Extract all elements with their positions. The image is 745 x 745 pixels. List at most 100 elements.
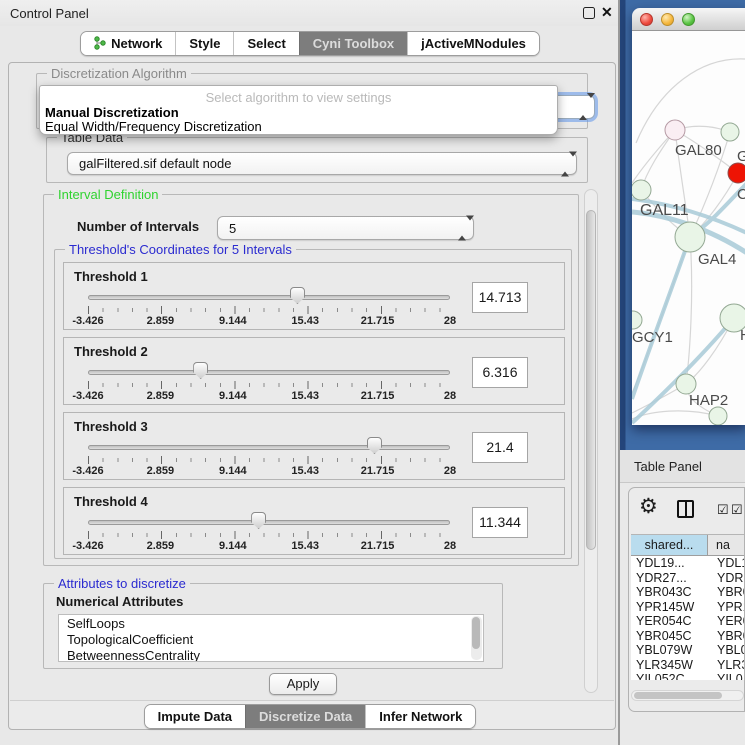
float-window-icon[interactable] bbox=[583, 7, 595, 19]
table-cell[interactable]: YIL0 bbox=[708, 672, 745, 680]
tab-impute-data[interactable]: Impute Data bbox=[145, 705, 245, 728]
slider-scale: -3.4262.8599.14415.4321.71528 bbox=[88, 315, 450, 327]
tab-network[interactable]: Network bbox=[81, 32, 175, 55]
table-row[interactable]: YPR145WYPR1 bbox=[631, 600, 745, 615]
table-cell[interactable]: YLR3 bbox=[708, 658, 745, 673]
table-row[interactable]: YBR043CYBR0 bbox=[631, 585, 745, 600]
table-cell[interactable]: YDL19... bbox=[631, 556, 708, 571]
column-header[interactable]: na bbox=[708, 535, 745, 555]
table-row[interactable]: YER054CYER0 bbox=[631, 614, 745, 629]
tab-discretize-data[interactable]: Discretize Data bbox=[245, 705, 365, 728]
table-cell[interactable]: YPR1 bbox=[708, 600, 745, 615]
tab-cyni-toolbox[interactable]: Cyni Toolbox bbox=[299, 32, 407, 55]
close-traffic-light-icon[interactable] bbox=[640, 13, 653, 26]
apply-button[interactable]: Apply bbox=[269, 673, 337, 695]
slider-track[interactable] bbox=[88, 295, 450, 300]
table-row[interactable]: YLR345WYLR3 bbox=[631, 658, 745, 673]
attribute-item[interactable]: TopologicalCoefficient bbox=[59, 631, 483, 647]
tab-select[interactable]: Select bbox=[233, 32, 298, 55]
table-cell[interactable]: YBL0 bbox=[708, 643, 745, 658]
threshold-slider[interactable]: -3.4262.8599.14415.4321.71528 bbox=[88, 512, 450, 554]
table-cell[interactable]: YLR345W bbox=[631, 658, 708, 673]
algorithm-dropdown-popup: Select algorithm to view settings Manual… bbox=[39, 85, 558, 135]
slider-handle[interactable] bbox=[367, 437, 382, 454]
tick-label: -3.426 bbox=[72, 315, 103, 327]
tab-jactivemnodules[interactable]: jActiveMNodules bbox=[407, 32, 539, 55]
scrollbar-thumb[interactable] bbox=[634, 692, 722, 699]
table-row[interactable]: YDR27...YDR2 bbox=[631, 571, 745, 586]
table-cell[interactable]: YBR045C bbox=[631, 629, 708, 644]
table-row[interactable]: YBL079WYBL0 bbox=[631, 643, 745, 658]
table-cell[interactable]: YDR27... bbox=[631, 571, 708, 586]
table-row[interactable]: YIL052CYIL0 bbox=[631, 672, 745, 680]
table-cell[interactable]: YBR0 bbox=[708, 629, 745, 644]
threshold-slider[interactable]: -3.4262.8599.14415.4321.71528 bbox=[88, 362, 450, 404]
threshold-slider[interactable]: -3.4262.8599.14415.4321.71528 bbox=[88, 287, 450, 329]
columns-icon[interactable] bbox=[677, 500, 694, 518]
table-data-combobox[interactable]: galFiltered.sif default node bbox=[67, 152, 577, 175]
num-intervals-combobox[interactable]: 5 bbox=[217, 216, 474, 240]
table-horizontal-scrollbar[interactable] bbox=[631, 690, 744, 701]
panel-title: Control Panel bbox=[10, 6, 89, 21]
column-header-selected[interactable]: shared... bbox=[631, 535, 708, 555]
node-gal4[interactable] bbox=[675, 222, 705, 252]
checkbox-icon[interactable]: ☑ bbox=[731, 502, 743, 518]
checkbox-icon[interactable]: ☑ bbox=[717, 502, 729, 518]
attribute-item[interactable]: BetweennessCentrality bbox=[59, 647, 483, 662]
threshold-label: Threshold 3 bbox=[74, 419, 148, 434]
dropdown-option[interactable]: Manual Discretization bbox=[45, 105, 179, 120]
node-label: GCY1 bbox=[632, 329, 673, 346]
threshold-slider[interactable]: -3.4262.8599.14415.4321.71528 bbox=[88, 437, 450, 479]
group-title: Threshold's Coordinates for 5 Intervals bbox=[65, 242, 296, 257]
attribute-item[interactable]: SelfLoops bbox=[59, 615, 483, 631]
dropdown-option[interactable]: Equal Width/Frequency Discretization bbox=[45, 119, 262, 134]
network-view-window[interactable]: GAL80 GAL11 GAL4 GCY1 HAP2 G C H bbox=[632, 8, 745, 425]
algorithm-combobox[interactable] bbox=[557, 95, 595, 119]
gear-icon[interactable]: ⚙ bbox=[639, 494, 658, 519]
node-hap2[interactable] bbox=[676, 374, 696, 394]
table-cell[interactable]: YBR0 bbox=[708, 585, 745, 600]
network-window-titlebar[interactable] bbox=[632, 8, 745, 31]
minimize-traffic-light-icon[interactable] bbox=[661, 13, 674, 26]
list-scrollbar[interactable] bbox=[471, 616, 482, 660]
attributes-listbox[interactable]: SelfLoopsTopologicalCoefficientBetweenne… bbox=[58, 614, 484, 662]
table-row[interactable]: YDL19...YDL1 bbox=[631, 556, 745, 571]
threshold-value-field[interactable]: 6.316 bbox=[472, 357, 528, 388]
scrollbar-thumb[interactable] bbox=[472, 617, 480, 649]
table-row[interactable]: YBR045CYBR0 bbox=[631, 629, 745, 644]
table-cell[interactable]: YER0 bbox=[708, 614, 745, 629]
tab-label: Discretize Data bbox=[259, 709, 352, 724]
table-cell[interactable]: YDL1 bbox=[708, 556, 745, 571]
node[interactable] bbox=[709, 407, 727, 425]
node[interactable] bbox=[721, 123, 739, 141]
table-cell[interactable]: YBR043C bbox=[631, 585, 708, 600]
num-intervals-label: Number of Intervals bbox=[77, 219, 199, 234]
table-cell[interactable]: YBL079W bbox=[631, 643, 708, 658]
network-canvas[interactable]: GAL80 GAL11 GAL4 GCY1 HAP2 G C H bbox=[632, 31, 745, 425]
table-cell[interactable]: YDR2 bbox=[708, 571, 745, 586]
slider-handle[interactable] bbox=[193, 362, 208, 379]
slider-track[interactable] bbox=[88, 445, 450, 450]
node-gcy1[interactable] bbox=[632, 311, 642, 329]
combo-arrows-icon bbox=[579, 98, 586, 116]
table-cell[interactable]: YIL052C bbox=[631, 672, 708, 680]
tab-style[interactable]: Style bbox=[175, 32, 233, 55]
scrollbar-thumb[interactable] bbox=[586, 210, 596, 550]
table-cell[interactable]: YPR145W bbox=[631, 600, 708, 615]
slider-track[interactable] bbox=[88, 370, 450, 375]
main-vertical-scrollbar[interactable] bbox=[584, 189, 598, 693]
table-cell[interactable]: YER054C bbox=[631, 614, 708, 629]
node-gal80[interactable] bbox=[665, 120, 685, 140]
threshold-value-field[interactable]: 14.713 bbox=[472, 282, 528, 313]
slider-track[interactable] bbox=[88, 520, 450, 525]
threshold-value-field[interactable]: 11.344 bbox=[472, 507, 528, 538]
node-selected-red[interactable] bbox=[728, 163, 745, 183]
node-gal11[interactable] bbox=[632, 180, 651, 200]
slider-handle[interactable] bbox=[251, 512, 266, 529]
slider-handle[interactable] bbox=[290, 287, 305, 304]
group-title: Interval Definition bbox=[54, 187, 162, 202]
tab-infer-network[interactable]: Infer Network bbox=[365, 705, 475, 728]
threshold-value-field[interactable]: 21.4 bbox=[472, 432, 528, 463]
close-icon[interactable]: ✕ bbox=[601, 4, 613, 21]
zoom-traffic-light-icon[interactable] bbox=[682, 13, 695, 26]
